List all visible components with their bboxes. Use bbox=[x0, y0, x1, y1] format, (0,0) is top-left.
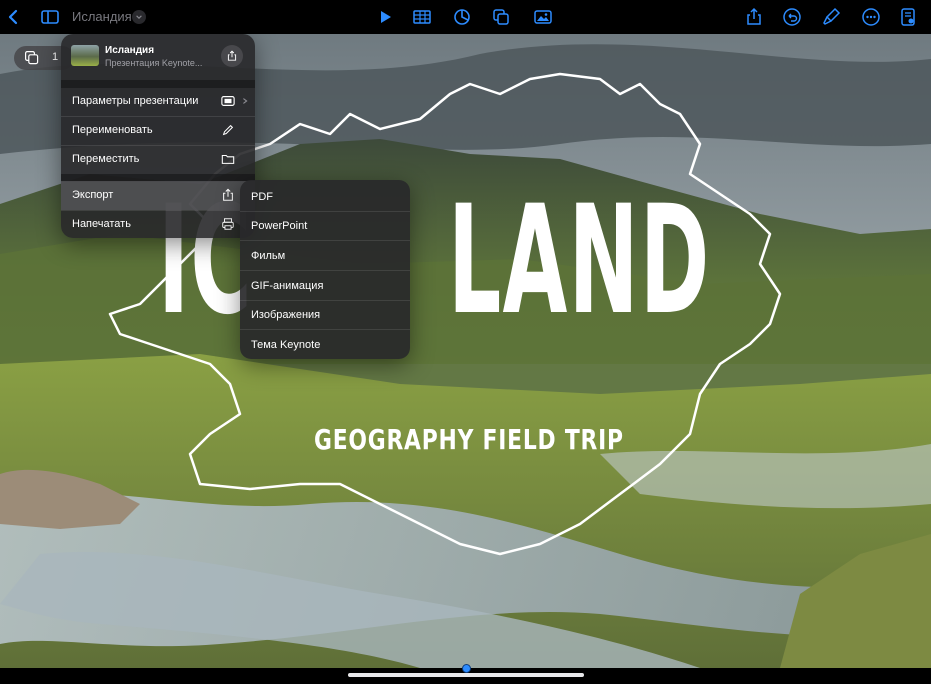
menu-item-export[interactable]: Экспорт bbox=[61, 181, 255, 210]
toolbar: Исландия bbox=[0, 0, 931, 34]
folder-icon bbox=[221, 154, 235, 164]
export-option-label: Фильм bbox=[251, 250, 286, 262]
export-option-images[interactable]: Изображения bbox=[240, 300, 410, 329]
slides-icon bbox=[25, 51, 39, 65]
menu-header-title: Исландия bbox=[105, 45, 155, 56]
presentation-thumbnail bbox=[71, 45, 99, 66]
slide-number: 1 bbox=[52, 51, 59, 63]
printer-icon bbox=[222, 218, 234, 230]
doc-options-icon[interactable] bbox=[897, 6, 919, 28]
export-submenu: PDF PowerPoint Фильм GIF-анимация Изобра… bbox=[240, 180, 410, 359]
export-option-keynote-theme[interactable]: Тема Keynote bbox=[240, 330, 410, 359]
export-option-powerpoint[interactable]: PowerPoint bbox=[240, 211, 410, 240]
page-indicator-dot bbox=[462, 664, 471, 673]
export-option-label: Изображения bbox=[251, 309, 321, 321]
slide-subtitle[interactable]: GEOGRAPHY FIELD TRIP bbox=[314, 423, 624, 456]
chevron-down-icon[interactable] bbox=[132, 10, 146, 24]
share-button[interactable] bbox=[221, 45, 243, 67]
slide-title-right[interactable]: LAND bbox=[448, 186, 711, 336]
menu-item-print[interactable]: Напечатать bbox=[61, 210, 255, 238]
more-icon[interactable] bbox=[860, 6, 882, 28]
export-option-label: Тема Keynote bbox=[251, 339, 321, 351]
document-title[interactable]: Исландия bbox=[72, 9, 132, 24]
chevron-right-icon bbox=[243, 98, 248, 104]
export-option-label: GIF-анимация bbox=[251, 280, 324, 292]
export-option-pdf[interactable]: PDF bbox=[240, 182, 410, 211]
menu-item-label: Параметры презентации bbox=[72, 95, 199, 107]
media-icon[interactable] bbox=[532, 6, 554, 28]
pencil-icon bbox=[222, 124, 234, 136]
menu-header-subtitle: Презентация Keynote... bbox=[105, 58, 203, 68]
document-menu: Исландия Презентация Keynote... Параметр… bbox=[61, 34, 255, 238]
share-icon bbox=[227, 50, 237, 61]
menu-item-rename[interactable]: Переименовать bbox=[61, 116, 255, 145]
menu-item-label: Переименовать bbox=[72, 124, 153, 136]
play-icon[interactable] bbox=[374, 6, 396, 28]
menu-header: Исландия Презентация Keynote... bbox=[61, 34, 255, 80]
sidebar-icon[interactable] bbox=[39, 6, 61, 28]
export-option-movie[interactable]: Фильм bbox=[240, 241, 410, 270]
shapes-icon[interactable] bbox=[490, 6, 512, 28]
menu-item-label: Переместить bbox=[72, 153, 140, 165]
export-option-gif[interactable]: GIF-анимация bbox=[240, 271, 410, 300]
brush-icon[interactable] bbox=[820, 6, 842, 28]
back-icon[interactable] bbox=[3, 6, 25, 28]
home-indicator[interactable] bbox=[348, 673, 584, 677]
menu-item-label: Экспорт bbox=[72, 189, 114, 201]
export-option-label: PDF bbox=[251, 191, 273, 203]
share-icon[interactable] bbox=[743, 6, 765, 28]
menu-item-presentation-settings[interactable]: Параметры презентации bbox=[61, 87, 255, 116]
undo-icon[interactable] bbox=[781, 6, 803, 28]
table-icon[interactable] bbox=[411, 6, 433, 28]
chart-icon[interactable] bbox=[451, 6, 473, 28]
presentation-settings-icon bbox=[221, 96, 235, 106]
menu-item-label: Напечатать bbox=[72, 218, 131, 230]
export-icon bbox=[223, 188, 233, 201]
menu-item-move[interactable]: Переместить bbox=[61, 145, 255, 174]
export-option-label: PowerPoint bbox=[251, 220, 308, 232]
